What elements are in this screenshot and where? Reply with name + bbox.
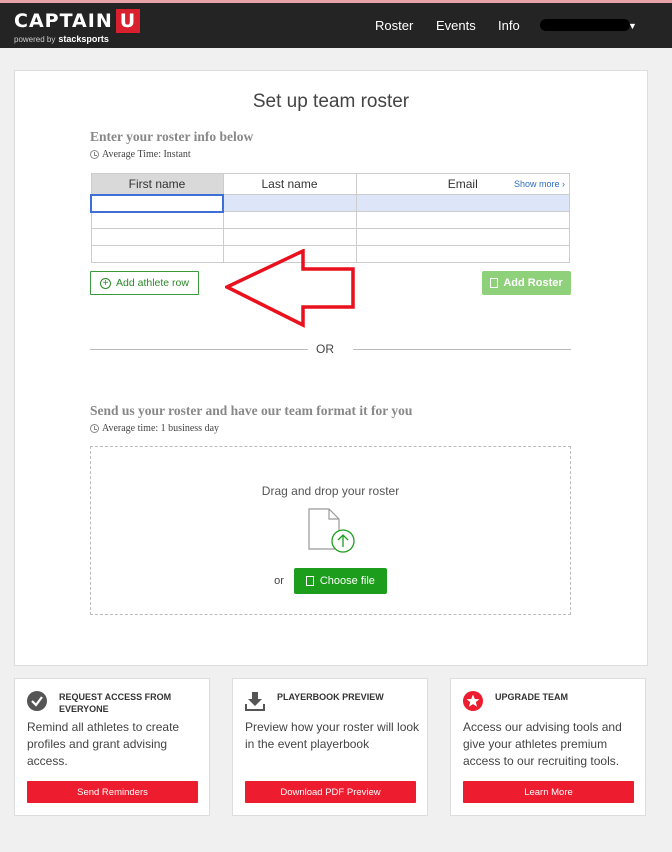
dropzone-label: Drag and drop your roster xyxy=(261,484,400,498)
card-description: Access our advising tools and give your … xyxy=(463,720,622,768)
page-title: Set up team roster xyxy=(252,91,410,112)
download-pdf-preview-button[interactable]: Download PDF Preview xyxy=(245,781,416,803)
upload-time: Average time: 1 business day xyxy=(102,423,220,434)
email-cell[interactable] xyxy=(355,211,570,229)
captainu-logo[interactable]: CAPTAIN U powered by stacksports xyxy=(14,9,141,44)
request-access-card: REQUEST ACCESS FROM EVERYONE Remind all … xyxy=(14,678,210,816)
star-icon xyxy=(463,691,483,711)
first-name-cell[interactable] xyxy=(90,228,224,246)
card-title: PLAYERBOOK PREVIEW xyxy=(277,692,384,702)
email-cell[interactable] xyxy=(355,194,570,212)
first-name-cell[interactable] xyxy=(90,193,224,213)
or-separator: OR xyxy=(90,342,571,356)
document-icon xyxy=(490,278,499,288)
nav-link-info[interactable]: Info xyxy=(498,18,520,33)
stacksports-brand: stacksports xyxy=(58,34,109,44)
clock-icon xyxy=(90,424,99,433)
upload-heading: Send us your roster and have our team fo… xyxy=(90,403,413,418)
manual-entry-heading: Enter your roster info below xyxy=(90,129,254,144)
card-description: Remind all athletes to create profiles a… xyxy=(27,720,180,768)
file-dropzone[interactable]: Drag and drop your roster or Choose file xyxy=(90,446,571,615)
column-header-first-name: First name xyxy=(90,173,224,195)
card-title: REQUEST ACCESS FROM EVERYONE xyxy=(59,692,172,714)
add-athlete-row-button[interactable]: + Add athlete row xyxy=(90,271,199,295)
email-cell[interactable] xyxy=(355,245,570,263)
table-row xyxy=(90,193,570,213)
table-row xyxy=(90,228,570,246)
logo-u-badge: U xyxy=(115,9,141,33)
card-title: UPGRADE TEAM xyxy=(495,692,569,702)
check-circle-icon xyxy=(27,691,47,711)
nav-link-roster[interactable]: Roster xyxy=(375,18,413,33)
last-name-cell[interactable] xyxy=(222,228,357,246)
navbar: CAPTAIN U powered by stacksports Roster E… xyxy=(0,3,672,48)
card-description: Preview how your roster will look in the… xyxy=(245,720,420,751)
first-name-cell[interactable] xyxy=(90,211,224,229)
clock-icon xyxy=(90,150,99,159)
email-cell[interactable] xyxy=(355,228,570,246)
choose-or-label: or xyxy=(274,575,284,587)
column-header-email: Email Show more › xyxy=(355,173,570,195)
upgrade-team-card: UPGRADE TEAM Access our advising tools a… xyxy=(450,678,646,816)
file-upload-icon xyxy=(308,508,355,553)
nav-link-events[interactable]: Events xyxy=(436,18,476,33)
learn-more-button[interactable]: Learn More xyxy=(463,781,634,803)
user-menu-redacted[interactable] xyxy=(540,19,630,31)
show-more-link[interactable]: Show more › xyxy=(514,179,565,189)
table-row xyxy=(90,211,570,229)
download-icon xyxy=(245,692,265,711)
choose-file-button[interactable]: Choose file xyxy=(293,568,387,594)
playerbook-preview-card: PLAYERBOOK PREVIEW Preview how your rost… xyxy=(232,678,428,816)
logo-text: CAPTAIN xyxy=(14,10,113,32)
annotation-arrow xyxy=(225,249,355,328)
add-roster-button[interactable]: Add Roster xyxy=(482,271,571,295)
first-name-cell[interactable] xyxy=(90,245,224,263)
column-header-last-name: Last name xyxy=(222,173,357,195)
caret-down-icon[interactable]: ▼ xyxy=(628,21,637,31)
document-icon xyxy=(305,576,314,586)
plus-circle-icon: + xyxy=(100,277,112,289)
last-name-cell[interactable] xyxy=(222,211,357,229)
manual-entry-time: Average Time: Instant xyxy=(102,149,191,160)
send-reminders-button[interactable]: Send Reminders xyxy=(27,781,198,803)
roster-setup-card: Set up team roster Enter your roster inf… xyxy=(14,70,648,666)
powered-by-label: powered by xyxy=(14,34,56,44)
last-name-cell[interactable] xyxy=(222,194,357,212)
